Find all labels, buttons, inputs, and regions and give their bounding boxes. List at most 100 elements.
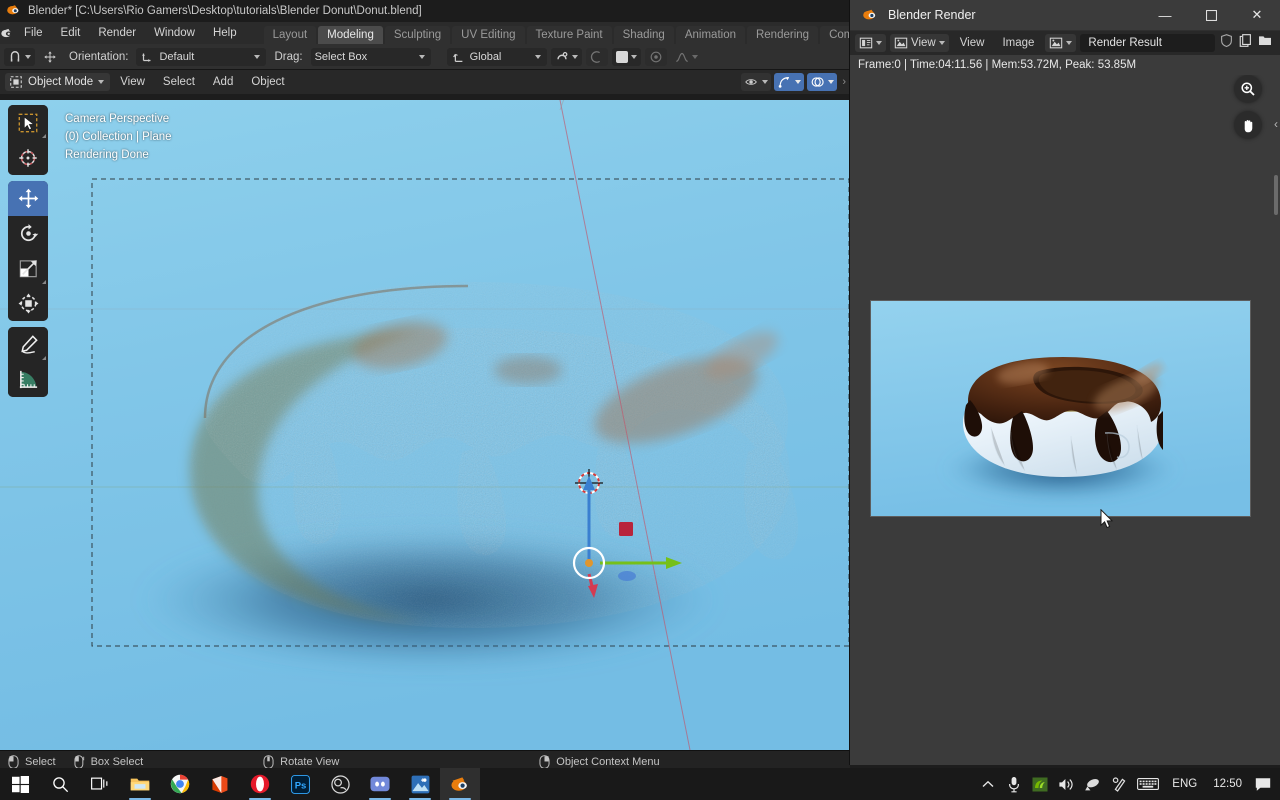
maximize-button[interactable] — [1188, 0, 1234, 31]
system-tray: ENG 12:50 — [975, 768, 1280, 800]
tool-tweak[interactable] — [8, 105, 48, 140]
task-view-icon[interactable] — [80, 768, 120, 800]
office-icon[interactable] — [200, 768, 240, 800]
tool-scale[interactable] — [8, 251, 48, 286]
drag-dropdown[interactable]: Select Box — [311, 48, 431, 66]
image-menu-view[interactable]: View — [953, 37, 992, 49]
menu-help[interactable]: Help — [204, 22, 246, 44]
tool-transform[interactable] — [8, 286, 48, 321]
discord-icon[interactable] — [360, 768, 400, 800]
proportional-connected-toggle[interactable] — [645, 48, 667, 66]
microphone-icon[interactable] — [1001, 768, 1027, 800]
global-axis-icon — [451, 50, 465, 64]
tool-move[interactable] — [8, 181, 48, 216]
tool-measure[interactable] — [8, 362, 48, 397]
view-mode-dropdown[interactable]: View — [890, 34, 949, 52]
orientation-dropdown[interactable]: Default — [136, 48, 266, 66]
close-button[interactable]: ✕ — [1234, 0, 1280, 31]
tab-layout[interactable]: Layout — [264, 26, 317, 44]
3d-viewport[interactable]: Camera Perspective (0) Collection | Plan… — [0, 100, 850, 750]
start-button[interactable] — [0, 768, 40, 800]
obs-icon[interactable] — [320, 768, 360, 800]
opera-icon[interactable] — [240, 768, 280, 800]
action-center-icon[interactable] — [1250, 768, 1276, 800]
rendered-image[interactable] — [870, 300, 1251, 517]
tab-animation[interactable]: Animation — [676, 26, 745, 44]
image-editor-icon — [859, 36, 873, 50]
blender-menu-icon[interactable] — [0, 22, 15, 44]
hand-pan-icon[interactable] — [1234, 111, 1262, 139]
status-box-select-label: Box Select — [91, 756, 144, 768]
viewport-menu-select[interactable]: Select — [155, 70, 203, 94]
nvidia-icon[interactable] — [1027, 768, 1053, 800]
menu-edit[interactable]: Edit — [52, 22, 90, 44]
blender-icon[interactable] — [440, 768, 480, 800]
language-indicator[interactable]: ENG — [1164, 778, 1205, 790]
photos-icon[interactable] — [400, 768, 440, 800]
file-explorer-icon[interactable] — [120, 768, 160, 800]
rotate-tool-icon — [17, 222, 40, 245]
tray-chevron-up-icon[interactable] — [975, 768, 1001, 800]
mouse-middle-icon — [263, 755, 274, 769]
new-image-icon[interactable] — [1238, 33, 1253, 53]
pen-icon[interactable] — [1106, 768, 1132, 800]
tab-modeling[interactable]: Modeling — [318, 26, 383, 44]
chrome-icon[interactable] — [160, 768, 200, 800]
network-icon[interactable] — [1079, 768, 1106, 800]
menu-window[interactable]: Window — [145, 22, 204, 44]
viewport-menu-view[interactable]: View — [112, 70, 153, 94]
mouse-right-icon — [539, 755, 550, 769]
menu-render[interactable]: Render — [89, 22, 145, 44]
tab-shading[interactable]: Shading — [614, 26, 674, 44]
keyboard-icon[interactable] — [1132, 768, 1164, 800]
header-overflow-arrow-icon[interactable]: › — [842, 76, 846, 88]
transform-orientation-dropdown[interactable]: Global — [447, 48, 547, 66]
interaction-mode-dropdown[interactable]: Object Mode — [5, 73, 110, 91]
visibility-toggle[interactable] — [741, 73, 771, 91]
snap-toggle-button[interactable] — [551, 48, 582, 66]
render-window-titlebar[interactable]: Blender Render — ✕ — [850, 0, 1280, 31]
photoshop-icon[interactable]: Ps — [280, 768, 320, 800]
menu-file[interactable]: File — [15, 22, 52, 44]
image-menu-image[interactable]: Image — [995, 37, 1041, 49]
workspace-tabs: Layout Modeling Sculpting UV Editing Tex… — [264, 22, 886, 44]
minimize-button[interactable]: — — [1142, 0, 1188, 31]
render-canvas[interactable]: ‹ — [850, 75, 1280, 765]
fake-user-icon[interactable] — [1219, 33, 1234, 53]
gizmo-toggle[interactable] — [774, 73, 804, 91]
clock[interactable]: 12:50 — [1205, 778, 1250, 790]
eye-dropdown-icon — [744, 75, 759, 89]
image-datablock-icon — [1049, 36, 1063, 50]
zoom-in-icon[interactable] — [1234, 75, 1262, 103]
viewport-collection-object: (0) Collection | Plane — [65, 128, 172, 146]
tool-annotate[interactable] — [8, 327, 48, 362]
tool-cursor[interactable] — [8, 140, 48, 175]
orientation-label: Orientation: — [65, 51, 132, 63]
proportional-editing-toggle[interactable] — [586, 48, 608, 66]
tab-texture-paint[interactable]: Texture Paint — [527, 26, 612, 44]
volume-icon[interactable] — [1053, 768, 1079, 800]
open-image-icon[interactable] — [1257, 33, 1273, 53]
image-datablock-name[interactable]: Render Result — [1080, 34, 1215, 52]
viewport-menu-object[interactable]: Object — [243, 70, 292, 94]
snap-mode-button[interactable] — [4, 48, 35, 66]
proportional-edit-button[interactable] — [39, 48, 61, 66]
viewport-menu-add[interactable]: Add — [205, 70, 241, 94]
mouse-left-icon — [8, 755, 19, 769]
editor-type-dropdown[interactable] — [855, 34, 886, 52]
viewport-render-canvas[interactable] — [0, 100, 850, 750]
tool-rotate[interactable] — [8, 216, 48, 251]
tab-uv-editing[interactable]: UV Editing — [452, 26, 524, 44]
search-icon[interactable] — [40, 768, 80, 800]
image-datablock-type[interactable] — [1045, 34, 1076, 52]
tab-rendering[interactable]: Rendering — [747, 26, 818, 44]
blender-main-window: Blender* [C:\Users\Rio Gamers\Desktop\tu… — [0, 0, 850, 772]
proportional-falloff-dropdown[interactable] — [612, 48, 641, 66]
tab-sculpting[interactable]: Sculpting — [385, 26, 450, 44]
3d-cursor-icon — [17, 147, 39, 169]
measure-ruler-icon — [17, 368, 40, 391]
falloff-curve-icon-button[interactable] — [671, 48, 702, 66]
canvas-scrollbar[interactable] — [1274, 175, 1278, 215]
canvas-sidebar-arrow-icon[interactable]: ‹ — [1274, 117, 1278, 131]
overlays-toggle[interactable] — [807, 73, 837, 91]
